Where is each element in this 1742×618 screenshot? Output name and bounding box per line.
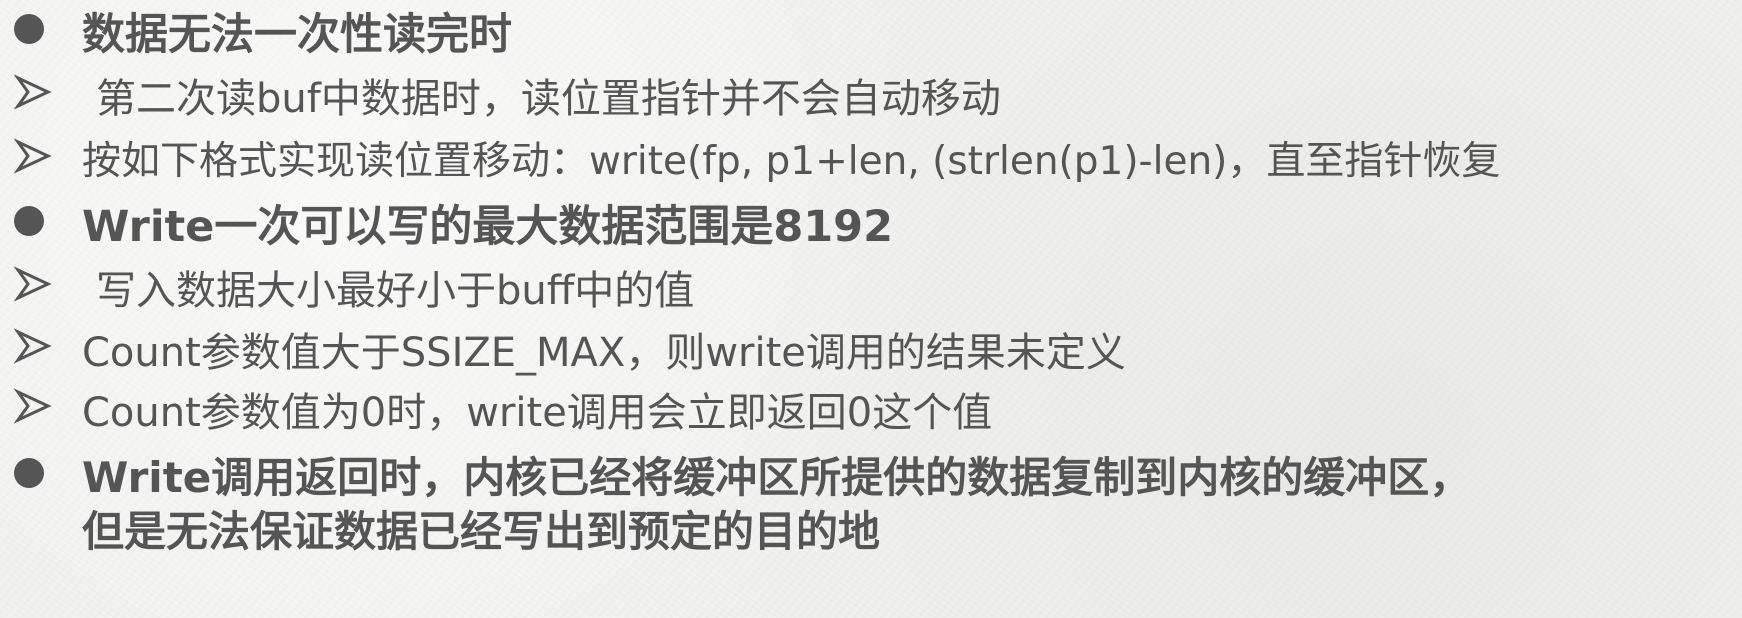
sub-bullet-text: Count参数值为0时，write调用会立即返回0这个值 xyxy=(82,390,993,436)
bullet-text-continuation: 但是无法保证数据已经写出到预定的目的地 xyxy=(82,507,881,556)
bullet-text: Write调用返回时，内核已经将缓冲区所提供的数据复制到内核的缓冲区， xyxy=(82,453,1472,502)
sub-bullet-text: Count参数值大于SSIZE_MAX，则write调用的结果未定义 xyxy=(82,330,1126,376)
bullet-item: Write一次可以写的最大数据范围是8192 xyxy=(0,192,1742,252)
arrow-bullet-icon xyxy=(14,138,52,174)
bullet-text: 数据无法一次性读完时 xyxy=(82,10,512,60)
bullet-item: 数据无法一次性读完时 xyxy=(0,0,1742,60)
arrow-bullet-icon xyxy=(14,328,52,364)
sub-bullet-text: 按如下格式实现读位置移动：write(fp, p1+len, (strlen(p… xyxy=(82,139,1501,184)
sub-bullet-item: Count参数值为0时，write调用会立即返回0这个值 xyxy=(0,380,1742,436)
sub-bullet-item: 第二次读buf中数据时，读位置指针并不会自动移动 xyxy=(0,66,1742,122)
bullet-dot-icon xyxy=(14,14,44,44)
slide: 数据无法一次性读完时 第二次读buf中数据时，读位置指针并不会自动移动 按如下格… xyxy=(0,0,1742,618)
arrow-bullet-icon xyxy=(14,266,52,302)
sub-bullet-item: 按如下格式实现读位置移动：write(fp, p1+len, (strlen(p… xyxy=(0,130,1742,186)
bullet-dot-icon xyxy=(14,458,44,488)
sub-bullet-item: Count参数值大于SSIZE_MAX，则write调用的结果未定义 xyxy=(0,320,1742,376)
sub-bullet-text: 写入数据大小最好小于buff中的值 xyxy=(96,268,695,314)
sub-bullet-text: 第二次读buf中数据时，读位置指针并不会自动移动 xyxy=(96,76,1001,122)
bullet-item: Write调用返回时，内核已经将缓冲区所提供的数据复制到内核的缓冲区， 但是无法… xyxy=(0,444,1742,556)
arrow-bullet-icon xyxy=(14,388,52,424)
bullet-dot-icon xyxy=(14,206,44,236)
sub-bullet-item: 写入数据大小最好小于buff中的值 xyxy=(0,258,1742,314)
arrow-bullet-icon xyxy=(14,74,52,110)
bullet-text: Write一次可以写的最大数据范围是8192 xyxy=(82,202,894,252)
